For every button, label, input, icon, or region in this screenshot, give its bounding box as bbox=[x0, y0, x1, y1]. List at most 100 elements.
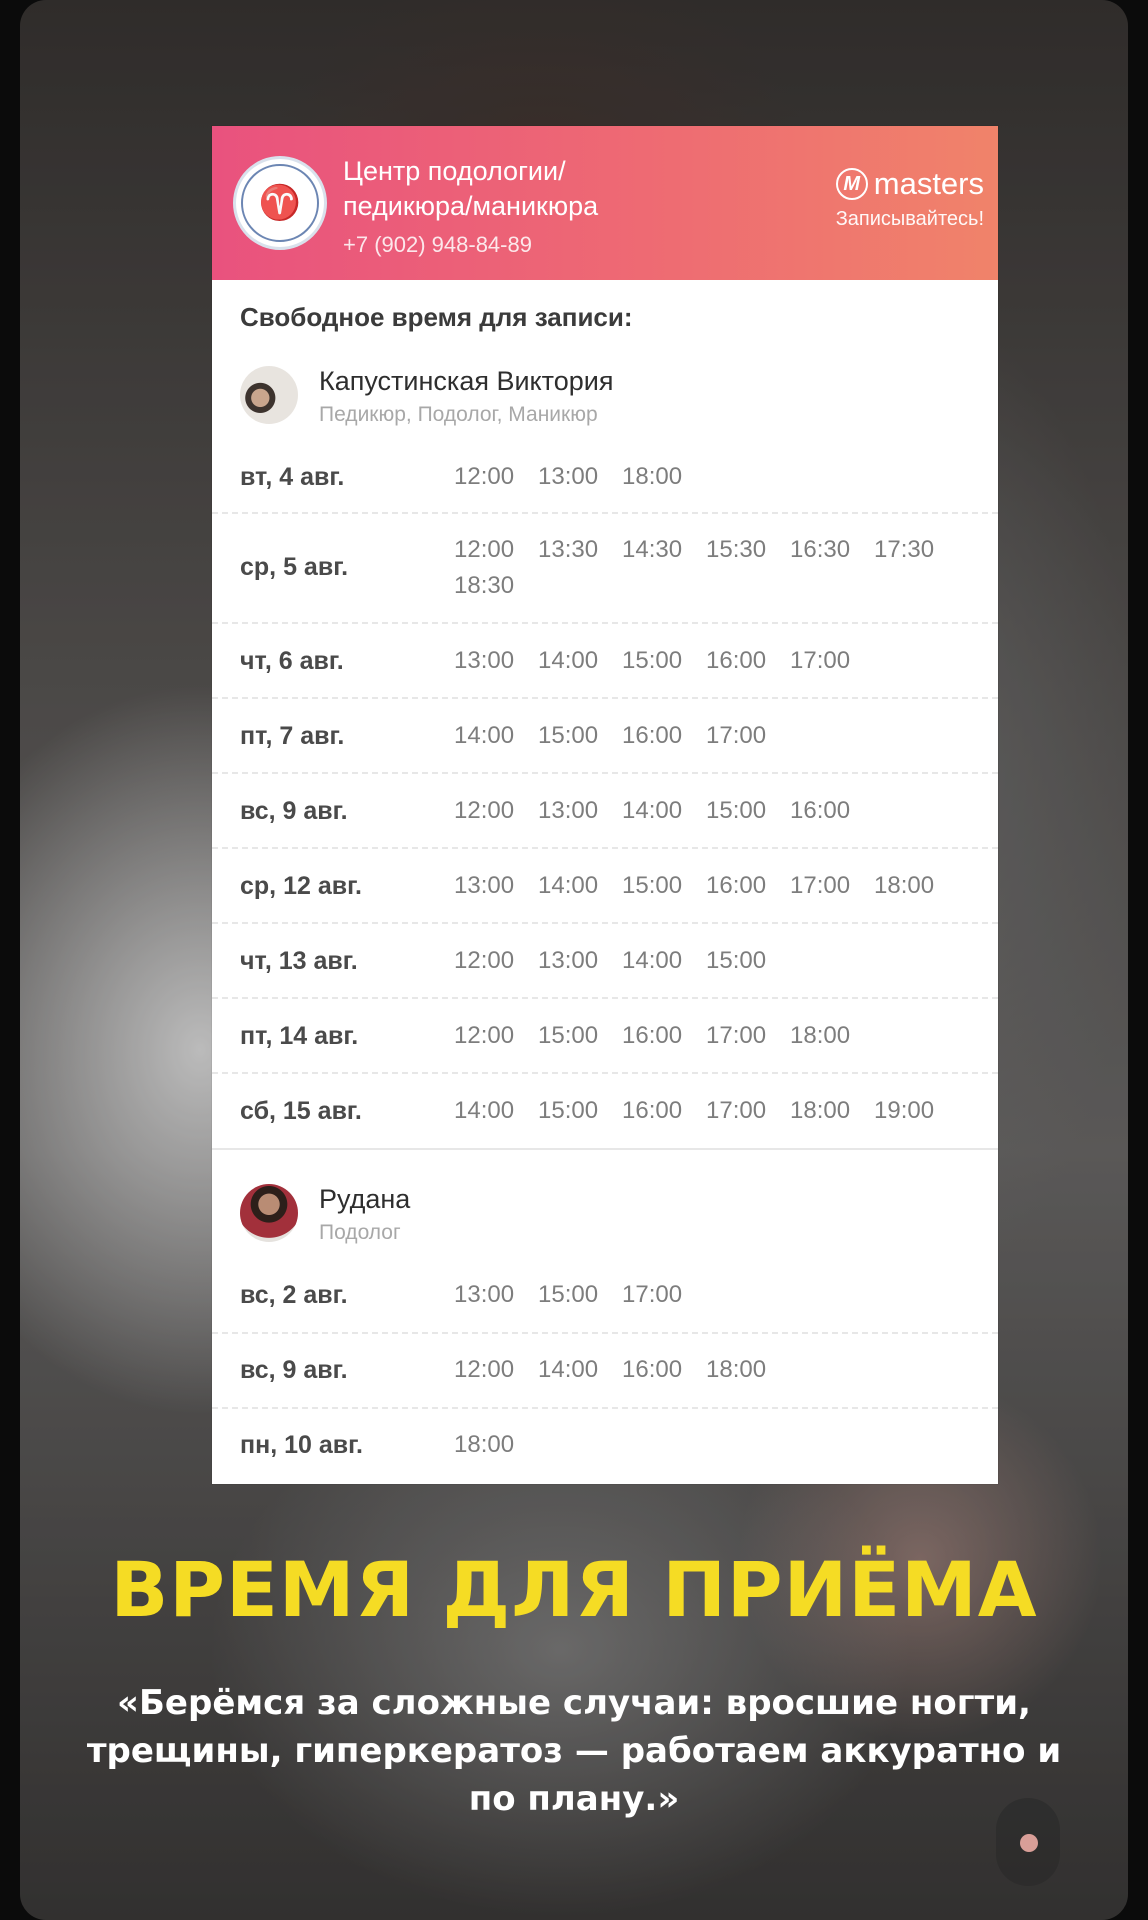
time-slot[interactable]: 17:00 bbox=[706, 1097, 773, 1125]
time-slot[interactable]: 12:00 bbox=[454, 463, 521, 491]
avatar bbox=[240, 366, 298, 424]
time-slot[interactable]: 15:00 bbox=[538, 1281, 605, 1309]
day-label: вс, 2 авг. bbox=[240, 1281, 348, 1309]
schedule-row: пт, 7 авг. 14:00 15:00 16:00 17:00 bbox=[212, 699, 998, 774]
time-slot[interactable]: 16:00 bbox=[706, 872, 773, 900]
master-name: Рудана bbox=[319, 1184, 411, 1214]
slot-list: 12:00 13:30 14:30 15:30 16:30 17:30 18:3… bbox=[454, 536, 974, 600]
time-slot[interactable]: 14:00 bbox=[538, 647, 605, 675]
day-label: вт, 4 авг. bbox=[240, 463, 345, 491]
time-slot[interactable]: 15:00 bbox=[538, 722, 605, 750]
time-slot[interactable]: 18:30 bbox=[454, 572, 521, 600]
time-slot[interactable]: 16:30 bbox=[790, 536, 857, 564]
schedule-row: ср, 12 авг. 13:00 14:00 15:00 16:00 17:0… bbox=[212, 849, 998, 924]
time-slot[interactable]: 15:00 bbox=[538, 1097, 605, 1125]
salon-logo: ♈ bbox=[233, 156, 327, 250]
time-slot[interactable]: 18:00 bbox=[790, 1022, 857, 1050]
slot-list: 13:00 14:00 15:00 16:00 17:00 bbox=[454, 647, 974, 675]
time-slot[interactable]: 17:00 bbox=[706, 722, 773, 750]
time-slot[interactable]: 15:00 bbox=[622, 647, 689, 675]
time-slot[interactable]: 15:00 bbox=[706, 947, 773, 975]
avatar bbox=[240, 1184, 298, 1242]
slot-list: 12:00 13:00 18:00 bbox=[454, 463, 974, 491]
time-slot[interactable]: 14:00 bbox=[622, 947, 689, 975]
time-slot[interactable]: 14:00 bbox=[622, 797, 689, 825]
caption-quote: «Берёмся за сложные случаи: вросшие ногт… bbox=[86, 1683, 1062, 1819]
day-label: чт, 13 авг. bbox=[240, 947, 358, 975]
time-slot[interactable]: 16:00 bbox=[706, 647, 773, 675]
schedule-card: ♈ Центр подологии/ педикюра/маникюра +7 … bbox=[212, 126, 998, 1484]
time-slot[interactable]: 15:00 bbox=[538, 1022, 605, 1050]
time-slot[interactable]: 13:30 bbox=[538, 536, 605, 564]
time-slot[interactable]: 13:00 bbox=[454, 647, 521, 675]
time-slot[interactable]: 12:00 bbox=[454, 536, 521, 564]
schedule-row: вс, 9 авг. 12:00 13:00 14:00 15:00 16:00 bbox=[212, 774, 998, 849]
time-slot[interactable]: 13:00 bbox=[454, 1281, 521, 1309]
schedule-row: вт, 4 авг. 12:00 13:00 18:00 bbox=[212, 442, 998, 514]
brand-name: masters bbox=[873, 166, 984, 201]
time-slot[interactable]: 19:00 bbox=[874, 1097, 941, 1125]
masters-brand[interactable]: M masters Записывайтесь! bbox=[836, 166, 984, 231]
time-slot[interactable]: 14:30 bbox=[622, 536, 689, 564]
time-slot[interactable]: 13:00 bbox=[454, 872, 521, 900]
time-slot[interactable]: 14:00 bbox=[538, 1356, 605, 1384]
schedule-row: чт, 6 авг. 13:00 14:00 15:00 16:00 17:00 bbox=[212, 624, 998, 699]
schedule-row: пт, 14 авг. 12:00 15:00 16:00 17:00 18:0… bbox=[212, 999, 998, 1074]
time-slot[interactable]: 12:00 bbox=[454, 1356, 521, 1384]
time-slot[interactable]: 16:00 bbox=[622, 1022, 689, 1050]
slot-list: 14:00 15:00 16:00 17:00 18:00 19:00 bbox=[454, 1097, 974, 1125]
slot-list: 13:00 15:00 17:00 bbox=[454, 1281, 974, 1309]
time-slot[interactable]: 16:00 bbox=[622, 722, 689, 750]
schedule-row: ср, 5 авг. 12:00 13:30 14:30 15:30 16:30… bbox=[212, 514, 998, 624]
master-role: Педикюр, Подолог, Маникюр bbox=[319, 403, 598, 426]
time-slot[interactable]: 13:00 bbox=[538, 797, 605, 825]
time-slot[interactable]: 16:00 bbox=[790, 797, 857, 825]
time-slot[interactable]: 17:30 bbox=[874, 536, 941, 564]
brand-cta[interactable]: Записывайтесь! bbox=[836, 208, 984, 231]
schedule-row: вс, 2 авг. 13:00 15:00 17:00 bbox=[212, 1259, 998, 1334]
day-label: пт, 14 авг. bbox=[240, 1022, 359, 1050]
time-slot[interactable]: 13:00 bbox=[538, 947, 605, 975]
time-slot[interactable]: 16:00 bbox=[622, 1097, 689, 1125]
time-slot[interactable]: 17:00 bbox=[790, 872, 857, 900]
time-slot[interactable]: 14:00 bbox=[538, 872, 605, 900]
day-label: вс, 9 авг. bbox=[240, 1356, 348, 1384]
slot-list: 13:00 14:00 15:00 16:00 17:00 18:00 bbox=[454, 872, 974, 900]
time-slot[interactable]: 14:00 bbox=[454, 1097, 521, 1125]
master-role: Подолог bbox=[319, 1221, 401, 1244]
slot-list: 12:00 13:00 14:00 15:00 bbox=[454, 947, 974, 975]
slot-list: 12:00 14:00 16:00 18:00 bbox=[454, 1356, 974, 1384]
master-name: Капустинская Виктория bbox=[319, 366, 614, 396]
time-slot[interactable]: 15:00 bbox=[622, 872, 689, 900]
time-slot[interactable]: 14:00 bbox=[454, 722, 521, 750]
slot-list: 12:00 13:00 14:00 15:00 16:00 bbox=[454, 797, 974, 825]
time-slot[interactable]: 13:00 bbox=[538, 463, 605, 491]
schedule-row: вс, 9 авг. 12:00 14:00 16:00 18:00 bbox=[212, 1334, 998, 1409]
time-slot[interactable]: 12:00 bbox=[454, 1022, 521, 1050]
time-slot[interactable]: 18:00 bbox=[874, 872, 941, 900]
time-slot[interactable]: 18:00 bbox=[622, 463, 689, 491]
time-slot[interactable]: 18:00 bbox=[454, 1431, 521, 1459]
salon-phone[interactable]: +7 (902) 948-84-89 bbox=[343, 232, 532, 258]
caption-title: ВРЕМЯ ДЛЯ ПРИЁМА bbox=[110, 1545, 1038, 1634]
time-slot[interactable]: 15:30 bbox=[706, 536, 773, 564]
day-label: ср, 12 авг. bbox=[240, 872, 362, 900]
time-slot[interactable]: 17:00 bbox=[790, 647, 857, 675]
time-slot[interactable]: 17:00 bbox=[622, 1281, 689, 1309]
foot-logo-icon: ♈ bbox=[241, 164, 319, 242]
masters-logo-icon: M bbox=[835, 168, 868, 200]
time-slot[interactable]: 18:00 bbox=[790, 1097, 857, 1125]
time-slot[interactable]: 18:00 bbox=[706, 1356, 773, 1384]
slot-list: 18:00 bbox=[454, 1431, 974, 1459]
time-slot[interactable]: 16:00 bbox=[622, 1356, 689, 1384]
time-slot[interactable]: 12:00 bbox=[454, 947, 521, 975]
time-slot[interactable]: 17:00 bbox=[706, 1022, 773, 1050]
time-slot[interactable]: 15:00 bbox=[706, 797, 773, 825]
day-label: пт, 7 авг. bbox=[240, 722, 345, 750]
reaction-bubble[interactable] bbox=[996, 1798, 1060, 1886]
day-label: вс, 9 авг. bbox=[240, 797, 348, 825]
slot-list: 14:00 15:00 16:00 17:00 bbox=[454, 722, 974, 750]
master-divider bbox=[212, 1148, 998, 1150]
salon-title: Центр подологии/ педикюра/маникюра bbox=[343, 156, 599, 221]
time-slot[interactable]: 12:00 bbox=[454, 797, 521, 825]
